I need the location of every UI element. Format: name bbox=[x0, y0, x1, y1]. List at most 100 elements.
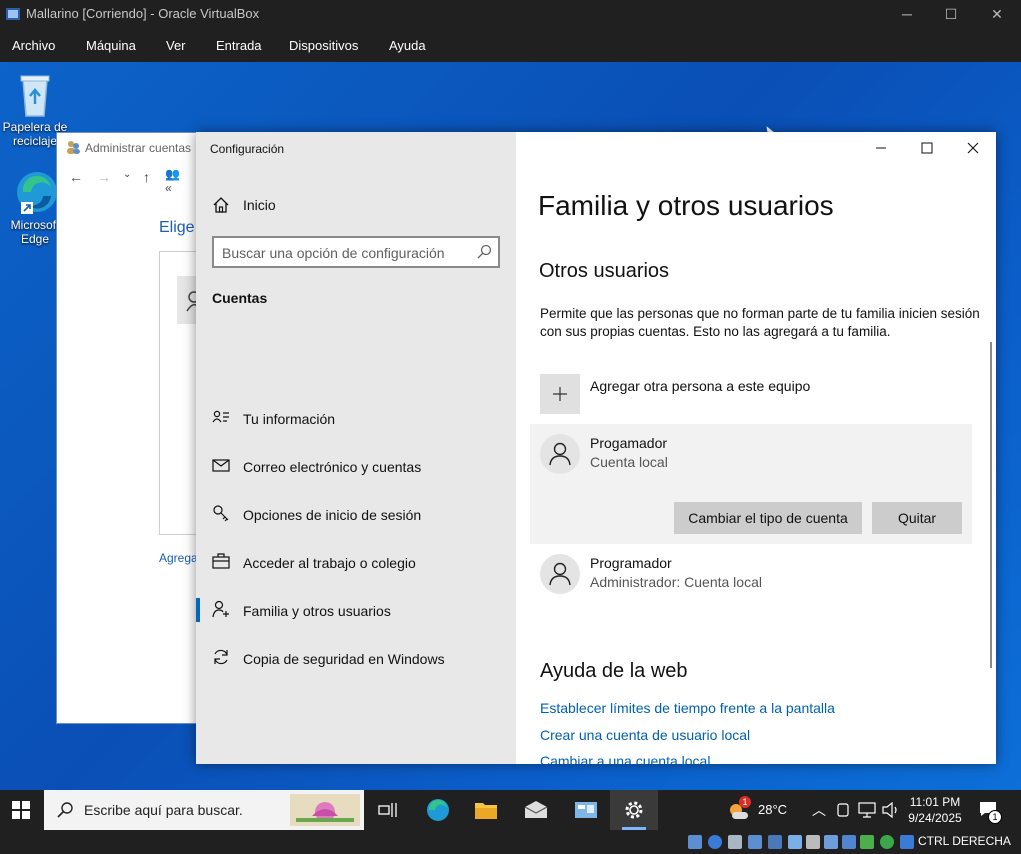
meet-now-icon[interactable] bbox=[836, 802, 850, 818]
add-person-button[interactable]: Agregar otra persona a este equipo bbox=[540, 374, 960, 414]
plus-icon bbox=[553, 387, 567, 401]
keyboard-capture-icon[interactable] bbox=[900, 835, 914, 849]
taskbar-settings[interactable] bbox=[610, 790, 658, 830]
nav-correo[interactable]: Correo electrónico y cuentas bbox=[196, 444, 516, 488]
taskbar-mail[interactable] bbox=[512, 790, 560, 830]
minimize-icon bbox=[876, 147, 886, 149]
taskbar-file-explorer[interactable] bbox=[462, 790, 510, 830]
up-arrow-icon[interactable]: ↑ bbox=[143, 169, 150, 185]
task-view-icon bbox=[378, 803, 397, 817]
briefcase-icon bbox=[212, 553, 230, 569]
close-icon bbox=[967, 142, 979, 154]
network-icon[interactable] bbox=[858, 802, 876, 818]
minimize-button[interactable] bbox=[858, 132, 904, 164]
taskbar-search-box[interactable]: Escribe aquí para buscar. bbox=[44, 790, 364, 830]
settings-window: Configuración Inicio Cuentas Tu informac… bbox=[196, 132, 996, 764]
menu-entrada[interactable]: Entrada bbox=[216, 38, 262, 53]
address-bar[interactable]: 👥 « bbox=[165, 167, 180, 195]
nav-label: Familia y otros usuarios bbox=[243, 603, 391, 619]
help-link-create-local[interactable]: Crear una cuenta de usuario local bbox=[540, 727, 750, 743]
settings-search-input[interactable] bbox=[222, 244, 472, 262]
users-icon bbox=[67, 141, 80, 154]
windows-logo-icon bbox=[12, 801, 30, 819]
task-view-button[interactable] bbox=[364, 790, 412, 830]
search-icon bbox=[57, 802, 73, 818]
chevron-down-icon[interactable]: ⌄ bbox=[123, 169, 131, 180]
folder-icon bbox=[475, 803, 497, 819]
vbox-title-bar: Mallarino [Corriendo] - Oracle VirtualBo… bbox=[0, 0, 1021, 28]
menu-archivo[interactable]: Archivo bbox=[12, 38, 55, 53]
hard-disk-icon[interactable] bbox=[688, 835, 702, 849]
remove-button[interactable]: Quitar bbox=[872, 502, 962, 534]
vbox-minimize-button[interactable]: ─ bbox=[884, 0, 930, 28]
virtualization-icon[interactable] bbox=[860, 835, 874, 849]
settings-sidebar: Configuración Inicio Cuentas Tu informac… bbox=[196, 132, 516, 764]
user-card-progamador[interactable]: Progamador Cuenta local Cambiar el tipo … bbox=[530, 424, 972, 544]
show-hidden-icons-chevron-icon[interactable]: ︿ bbox=[812, 800, 826, 820]
vbox-status-bar: CTRL DERECHA bbox=[0, 830, 1021, 854]
forward-arrow-icon[interactable]: → bbox=[97, 169, 111, 185]
taskbar-control-panel[interactable] bbox=[562, 790, 610, 830]
nav-copia-seguridad[interactable]: Copia de seguridad en Windows bbox=[196, 636, 516, 680]
home-nav-item[interactable]: Inicio bbox=[212, 194, 502, 218]
menu-dispositivos[interactable]: Dispositivos bbox=[289, 38, 358, 53]
nav-tu-informacion[interactable]: Tu información bbox=[196, 396, 516, 440]
change-account-type-button[interactable]: Cambiar el tipo de cuenta bbox=[674, 502, 862, 534]
maximize-button[interactable] bbox=[904, 132, 950, 164]
vbox-maximize-button[interactable]: ☐ bbox=[928, 0, 974, 28]
nav-familia-usuarios[interactable]: Familia y otros usuarios bbox=[196, 588, 516, 632]
search-highlight-art-icon bbox=[290, 794, 360, 826]
taskbar: Escribe aquí para buscar. 1 28°C ︿ 11:01… bbox=[0, 790, 1021, 830]
active-indicator bbox=[196, 598, 200, 622]
user-name: Progamador bbox=[590, 435, 668, 451]
maximize-icon bbox=[921, 142, 933, 154]
vbox-window-title: Mallarino [Corriendo] - Oracle VirtualBo… bbox=[26, 6, 260, 21]
settings-search-box[interactable] bbox=[212, 236, 500, 268]
menu-maquina[interactable]: Máquina bbox=[86, 38, 136, 53]
nav-label: Acceder al trabajo o colegio bbox=[243, 555, 416, 571]
page-title: Familia y otros usuarios bbox=[538, 190, 834, 221]
notification-center-button[interactable]: 1 bbox=[976, 790, 1016, 830]
help-link-switch-local[interactable]: Cambiar a una cuenta local bbox=[540, 753, 710, 764]
weather-widget[interactable]: 1 28°C bbox=[724, 790, 794, 830]
home-icon bbox=[213, 197, 229, 213]
user-account-type: Administrador: Cuenta local bbox=[590, 574, 762, 590]
add-account-link[interactable]: Agrega bbox=[159, 551, 198, 565]
recycle-bin-icon bbox=[20, 75, 50, 117]
display-icon[interactable] bbox=[806, 835, 820, 849]
nav-inicio-sesion[interactable]: Opciones de inicio de sesión bbox=[196, 492, 516, 536]
help-link-time-limits[interactable]: Establecer límites de tiempo frente a la… bbox=[540, 700, 835, 716]
user-card-programador[interactable]: Programador Administrador: Cuenta local bbox=[530, 544, 972, 606]
avatar bbox=[540, 554, 580, 594]
edge-icon bbox=[17, 172, 57, 214]
cpu-icon[interactable] bbox=[842, 835, 856, 849]
recording-icon[interactable] bbox=[824, 835, 838, 849]
scrollbar[interactable] bbox=[990, 342, 992, 668]
close-button[interactable] bbox=[950, 132, 996, 164]
menu-ayuda[interactable]: Ayuda bbox=[389, 38, 426, 53]
usb-icon[interactable] bbox=[768, 835, 782, 849]
user-account-type: Cuenta local bbox=[590, 454, 668, 470]
edge-label: Microsoft Edge bbox=[10, 218, 60, 246]
host-key-label: CTRL DERECHA bbox=[918, 834, 1011, 848]
optical-drive-icon[interactable] bbox=[708, 835, 722, 849]
audio-icon[interactable] bbox=[728, 835, 742, 849]
plus-tile bbox=[540, 374, 580, 414]
avatar bbox=[540, 434, 580, 474]
nav-trabajo-colegio[interactable]: Acceder al trabajo o colegio bbox=[196, 540, 516, 584]
home-label: Inicio bbox=[243, 197, 276, 213]
sync-icon bbox=[214, 649, 228, 665]
shared-folders-icon[interactable] bbox=[788, 835, 802, 849]
search-icon[interactable] bbox=[476, 244, 492, 260]
back-arrow-icon[interactable]: ← bbox=[69, 169, 83, 185]
mouse-integration-icon[interactable] bbox=[880, 835, 894, 849]
control-panel-window[interactable]: Administrar cuentas ← → ⌄ ↑ 👥 « Elige Ag… bbox=[56, 132, 216, 724]
vbox-close-button[interactable]: ✕ bbox=[974, 0, 1020, 28]
volume-icon[interactable] bbox=[882, 802, 900, 818]
menu-ver[interactable]: Ver bbox=[166, 38, 186, 53]
taskbar-edge[interactable] bbox=[414, 790, 462, 830]
clock[interactable]: 11:01 PM 9/24/2025 bbox=[900, 794, 970, 826]
control-panel-title: Administrar cuentas bbox=[85, 141, 192, 155]
network-adapter-icon[interactable] bbox=[748, 835, 762, 849]
start-button[interactable] bbox=[0, 790, 44, 830]
